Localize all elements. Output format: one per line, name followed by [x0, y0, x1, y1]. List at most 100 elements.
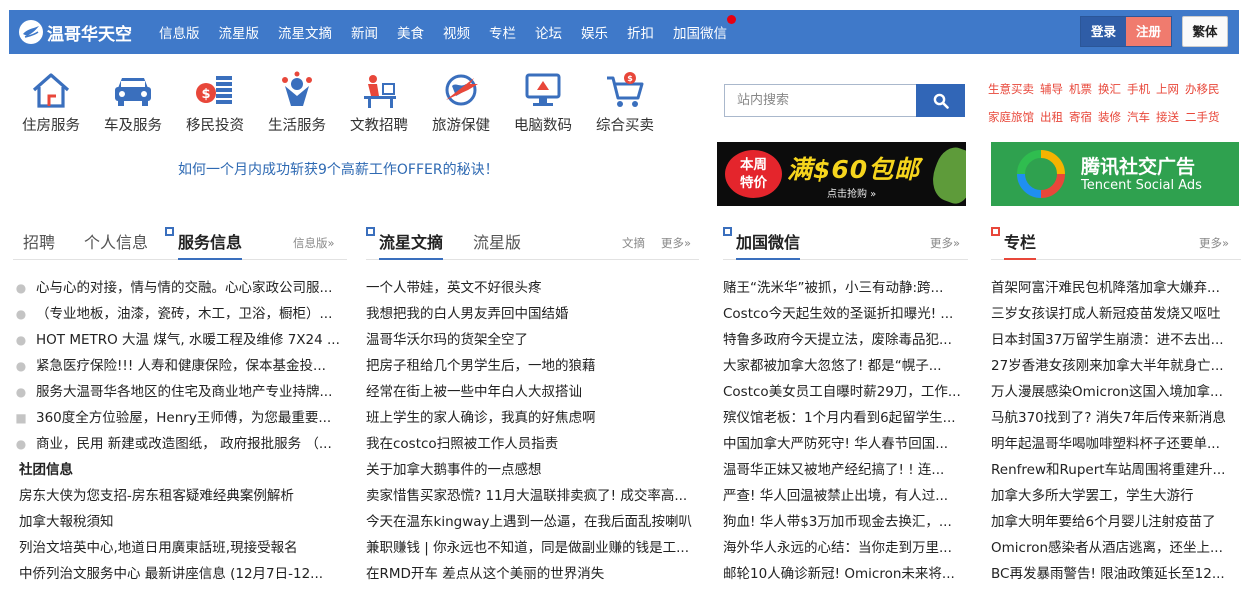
list-item[interactable]: ● 心与心的对接，情与情的交融。心心家政公司服... [13, 275, 343, 301]
quick-link-internet[interactable]: 上网 [1156, 81, 1179, 97]
weekly-deal-ad[interactable]: 本周 特价 满$60包邮 点击抢购 » [717, 142, 966, 206]
list-item[interactable]: 狗血! 华人带$3万加币现金去换汇，... [723, 509, 968, 535]
list-item[interactable]: 班上学生的家人确诊，我真的好焦虑啊 [366, 405, 699, 431]
list-item[interactable]: 大家都被加拿大忽悠了! 都是“幌子... [723, 353, 968, 379]
nav-meteor-digest[interactable]: 流星文摘 [278, 22, 332, 42]
search-input[interactable] [724, 84, 916, 117]
list-item[interactable]: 中国加拿大严防死守! 华人春节回国... [723, 431, 968, 457]
quick-link-pickup[interactable]: 接送 [1156, 109, 1179, 125]
digest-link[interactable]: 文摘 [622, 235, 645, 251]
list-item[interactable]: ● 商业，民用 新建或改造图纸， 政府报批服务 （... [13, 431, 343, 457]
list-item[interactable]: 房东大侠为您支招-房东租客疑难经典案例解析 [13, 483, 343, 509]
list-item[interactable]: 赌王“洗米华”被抓，小三有动静:跨... [723, 275, 968, 301]
more-link[interactable]: 更多» [930, 235, 960, 251]
list-item[interactable]: ● 服务大温哥华各地区的住宅及商业地产专业持牌... [13, 379, 343, 405]
more-link[interactable]: 信息版» [293, 235, 335, 251]
tab-canada-wechat[interactable]: 加国微信 [723, 226, 801, 260]
list-item[interactable]: 特鲁多政府今天提立法，废除毒品犯... [723, 327, 968, 353]
list-item[interactable]: 经常在街上被一些中年白人大叔搭讪 [366, 379, 699, 405]
list-item[interactable]: 日本封国37万留学生崩溃：进不去出... [991, 327, 1239, 353]
list-item[interactable]: 兼职赚钱 | 你永远也不知道，同是做副业赚的钱是工... [366, 535, 699, 561]
nav-video[interactable]: 视频 [443, 22, 470, 42]
list-item[interactable]: 中侨列治文服务中心 最新讲座信息 (12月7日-12... [13, 561, 343, 587]
more-link[interactable]: 更多» [1199, 235, 1229, 251]
nav-discount[interactable]: 折扣 [627, 22, 654, 42]
list-item[interactable]: BC再发暴雨警告! 限油政策延长至12... [991, 561, 1239, 587]
category-cars[interactable]: 车及服务 [92, 70, 174, 135]
list-item[interactable]: 我想把我的白人男友弄回中国结婚 [366, 301, 699, 327]
list-item[interactable]: Renfrew和Rupert车站周围将重建升... [991, 457, 1239, 483]
quick-link-secondhand[interactable]: 二手货 [1185, 109, 1220, 125]
tab-personal-info[interactable]: 个人信息 [84, 226, 148, 260]
list-item[interactable]: 温哥华正妹又被地产经纪搞了! ! 连... [723, 457, 968, 483]
category-life-services[interactable]: 生活服务 [256, 70, 338, 135]
tab-jobs[interactable]: 招聘 [23, 226, 55, 260]
quick-link-immigration[interactable]: 办移民 [1185, 81, 1220, 97]
list-item[interactable]: 邮轮10人确诊新冠! Omicron未来将... [723, 561, 968, 587]
quick-link-rental[interactable]: 出租 [1040, 109, 1063, 125]
list-item[interactable]: 关于加拿大鹅事件的一点感想 [366, 457, 699, 483]
category-immigration[interactable]: $ 移民投资 [174, 70, 256, 135]
list-item[interactable]: 殡仪馆老板：1个月内看到6起留学生... [723, 405, 968, 431]
list-item[interactable]: 温哥华沃尔玛的货架全空了 [366, 327, 699, 353]
list-item[interactable]: 三岁女孩误打成人新冠疫苗发烧又呕吐 [991, 301, 1239, 327]
list-item[interactable]: 明年起温哥华喝咖啡塑料杯子还要单... [991, 431, 1239, 457]
quick-link-flights[interactable]: 机票 [1069, 81, 1092, 97]
list-item[interactable]: 卖家惜售买家恐慌? 11月大温联排卖疯了! 成交率高... [366, 483, 699, 509]
nav-canada-wechat[interactable]: 加国微信 [673, 15, 736, 42]
list-item[interactable]: 一个人带娃，英文不好很头疼 [366, 275, 699, 301]
list-item[interactable]: ■ 360度全方位验屋，Henry王师傅，为您最重要... [13, 405, 343, 431]
list-item[interactable]: ● 紧急医疗保险!!! 人寿和健康保险，保本基金投... [13, 353, 343, 379]
quick-link-cars[interactable]: 汽车 [1127, 109, 1150, 125]
category-computer-digital[interactable]: 电脑数码 [502, 70, 584, 135]
list-item[interactable]: Costco美女员工自曝时薪29刀，工作... [723, 379, 968, 405]
list-item[interactable]: Omicron感染者从酒店逃离，还坐上... [991, 535, 1239, 561]
quick-link-phone[interactable]: 手机 [1127, 81, 1150, 97]
nav-columns[interactable]: 专栏 [489, 22, 516, 42]
login-button[interactable]: 登录 [1081, 17, 1126, 46]
site-logo[interactable]: 温哥华天空 [19, 19, 132, 45]
more-link[interactable]: 更多» [661, 235, 691, 251]
category-general-trade[interactable]: $ 综合买卖 [584, 70, 666, 135]
list-item[interactable]: 万人漫展感染Omicron这国入境加拿... [991, 379, 1239, 405]
list-item[interactable]: 加拿大報稅須知 [13, 509, 343, 535]
quick-link-homestay[interactable]: 家庭旅馆 [988, 109, 1034, 125]
nav-food[interactable]: 美食 [397, 22, 424, 42]
list-item[interactable]: 列治文培英中心,地道日用廣東話班,現接受報名 [13, 535, 343, 561]
category-housing[interactable]: 住房服务 [10, 70, 92, 135]
register-button[interactable]: 注册 [1126, 17, 1171, 46]
tab-meteor-board[interactable]: 流星版 [473, 226, 521, 260]
list-item[interactable]: 今天在温东kingway上遇到一怂逼，在我后面乱按喇叭 [366, 509, 699, 535]
tab-meteor-digest[interactable]: 流星文摘 [366, 226, 444, 260]
list-item[interactable]: 27岁香港女孩刚来加拿大半年就身亡... [991, 353, 1239, 379]
list-item[interactable]: Costco今天起生效的圣诞折扣曝光! ... [723, 301, 968, 327]
quick-link-business[interactable]: 生意买卖 [988, 81, 1034, 97]
tab-columns[interactable]: 专栏 [991, 226, 1037, 260]
list-item[interactable]: 我在costco扫照被工作人员指责 [366, 431, 699, 457]
tencent-ads-banner[interactable]: 腾讯社交广告 Tencent Social Ads [991, 142, 1239, 206]
nav-meteor-board[interactable]: 流星版 [219, 22, 260, 42]
quick-link-renovation[interactable]: 装修 [1098, 109, 1121, 125]
list-item[interactable]: 把房子租给几个男学生后，一地的狼藉 [366, 353, 699, 379]
nav-entertainment[interactable]: 娱乐 [581, 22, 608, 42]
promo-link[interactable]: 如何一个月内成功斩获9个高薪工作OFFER的秘诀！ [178, 159, 499, 179]
quick-link-exchange[interactable]: 换汇 [1098, 81, 1121, 97]
search-button[interactable] [916, 84, 965, 117]
traditional-chinese-button[interactable]: 繁体 [1182, 16, 1228, 47]
list-item[interactable]: 加拿大明年要给6个月婴儿注射疫苗了 [991, 509, 1239, 535]
nav-news[interactable]: 新闻 [351, 22, 378, 42]
list-item[interactable]: ● （专业地板，油漆，瓷砖，木工，卫浴，橱柜）... [13, 301, 343, 327]
tab-service-info[interactable]: 服务信息 [165, 226, 243, 260]
list-item[interactable]: 严查! 华人回温被禁止出境，有人过... [723, 483, 968, 509]
list-item[interactable]: 马航370找到了? 消失7年后传来新消息 [991, 405, 1239, 431]
category-education-jobs[interactable]: 文教招聘 [338, 70, 420, 135]
list-item[interactable]: ● HOT METRO 大温 煤气, 水暖工程及维修 7X24 ... [13, 327, 343, 353]
category-travel-health[interactable]: 旅游保健 [420, 70, 502, 135]
list-item[interactable]: 在RMD开车 差点从这个美丽的世界消失 [366, 561, 699, 587]
quick-link-tutoring[interactable]: 辅导 [1040, 81, 1063, 97]
quick-link-boarding[interactable]: 寄宿 [1069, 109, 1092, 125]
list-item[interactable]: 首架阿富汗难民包机降落加拿大嫌弃... [991, 275, 1239, 301]
list-item[interactable]: 海外华人永远的心结：当你走到万里... [723, 535, 968, 561]
nav-info-board[interactable]: 信息版 [159, 22, 200, 42]
nav-forum[interactable]: 论坛 [535, 22, 562, 42]
